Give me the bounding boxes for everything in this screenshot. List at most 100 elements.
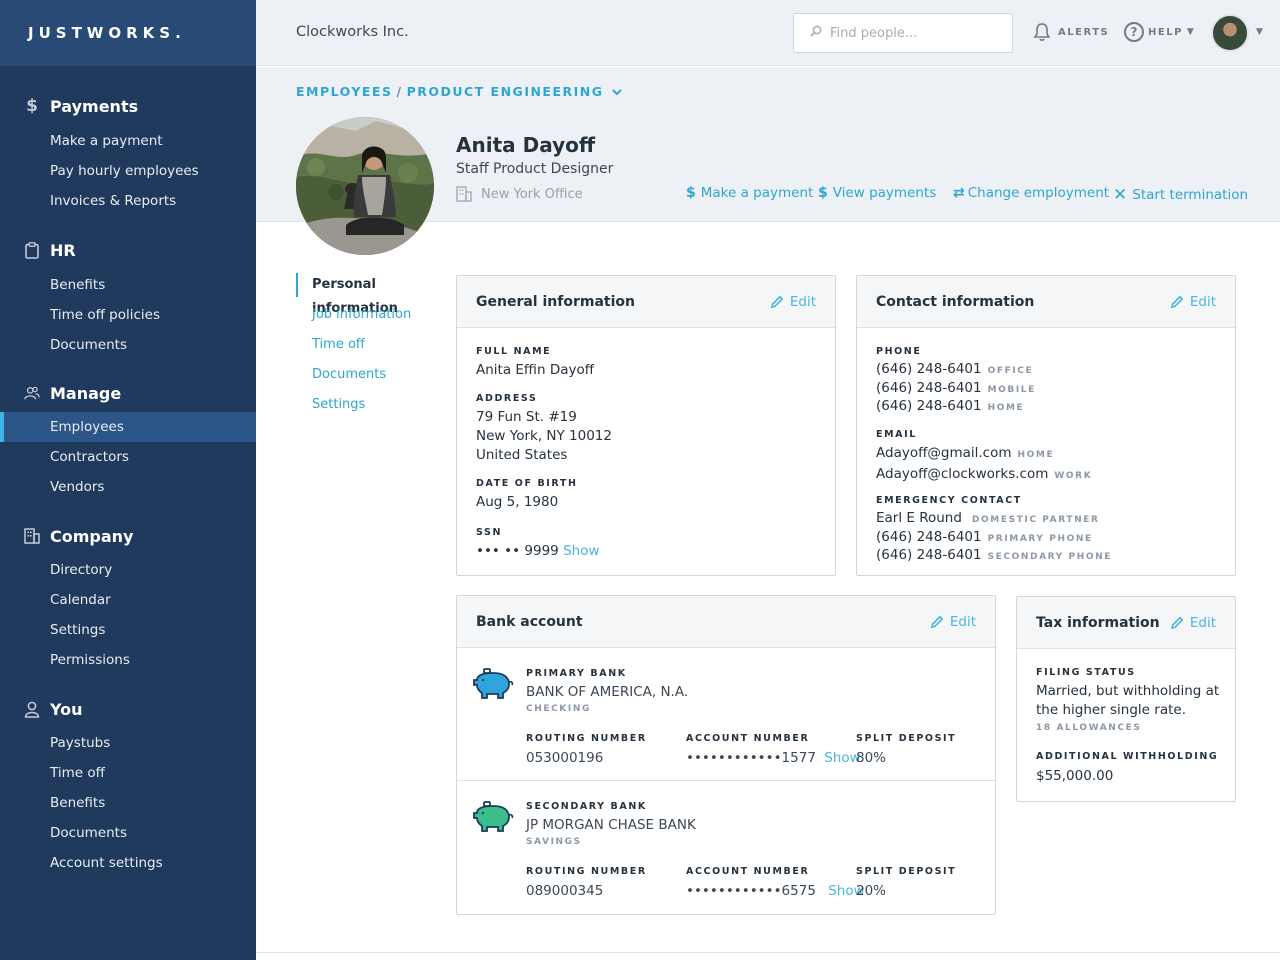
secondary-bank-name: JP MORGAN CHASE BANK bbox=[526, 817, 696, 833]
edit-bank-button[interactable]: Edit bbox=[930, 614, 976, 630]
split-deposit-value: 80% bbox=[856, 750, 887, 766]
nav-item-my-documents[interactable]: Documents bbox=[0, 818, 256, 848]
emergency-phone-row: (646) 248-6401 PRIMARY PHONE bbox=[876, 529, 1112, 548]
search-box[interactable] bbox=[793, 13, 1013, 53]
nav-item-my-benefits[interactable]: Benefits bbox=[0, 788, 256, 818]
dob-value: Aug 5, 1980 bbox=[476, 494, 559, 510]
primary-bank-label: PRIMARY BANK bbox=[526, 668, 627, 679]
nav-heading-you[interactable]: You bbox=[0, 697, 256, 721]
phone-type: HOME bbox=[987, 403, 1025, 413]
start-termination-link[interactable]: ✕ Start termination bbox=[1113, 185, 1248, 205]
nav-item-directory[interactable]: Directory bbox=[0, 555, 256, 585]
alerts-button[interactable]: ALERTS bbox=[1032, 22, 1109, 42]
make-payment-link[interactable]: $ Make a payment bbox=[686, 185, 813, 201]
email-type: WORK bbox=[1054, 471, 1093, 481]
nav-heading-payments[interactable]: $ Payments bbox=[0, 94, 256, 118]
nav-item-invoices-reports[interactable]: Invoices & Reports bbox=[0, 186, 256, 216]
breadcrumb-employees[interactable]: EMPLOYEES bbox=[296, 84, 392, 99]
nav-item-documents[interactable]: Documents bbox=[0, 330, 256, 360]
email-address[interactable]: Adayoff@clockworks.com bbox=[876, 466, 1048, 482]
nav-heading-label: Payments bbox=[50, 96, 139, 116]
piggy-bank-icon bbox=[473, 801, 514, 832]
subnav-job-information[interactable]: Job information bbox=[296, 300, 446, 330]
primary-bank-row: PRIMARY BANK BANK OF AMERICA, N.A. CHECK… bbox=[457, 648, 995, 781]
company-name: Clockworks Inc. bbox=[296, 24, 409, 40]
top-bar: Clockworks Inc. ALERTS ? HELP ▼ ▼ bbox=[256, 0, 1280, 66]
subnav-settings[interactable]: Settings bbox=[296, 390, 446, 420]
ssn-show-link[interactable]: Show bbox=[563, 543, 599, 559]
nav-heading-manage[interactable]: Manage bbox=[0, 381, 256, 405]
emergency-name: Earl E Round bbox=[876, 510, 962, 526]
pencil-icon bbox=[930, 615, 944, 628]
dollar-icon: $ bbox=[818, 185, 828, 201]
filing-status-label: FILING STATUS bbox=[1036, 667, 1136, 678]
nav-item-benefits[interactable]: Benefits bbox=[0, 270, 256, 300]
ssn-value: ••• •• 9999 bbox=[476, 543, 559, 559]
bell-icon bbox=[1033, 23, 1051, 41]
nav-heading-label: Manage bbox=[50, 383, 122, 403]
nav-item-time-off[interactable]: Time off bbox=[0, 758, 256, 788]
office-label: New York Office bbox=[481, 186, 583, 202]
chevron-down-icon[interactable]: ▼ bbox=[1256, 27, 1263, 37]
nav-item-vendors[interactable]: Vendors bbox=[0, 472, 256, 502]
change-employment-link[interactable]: ⇄ Change employment bbox=[953, 185, 1109, 201]
chevron-down-icon[interactable] bbox=[612, 88, 623, 96]
general-information-card: General information Edit FULL NAME Anita… bbox=[456, 275, 836, 576]
nav-heading-label: HR bbox=[50, 240, 76, 260]
filing-status-line-1: Married, but withholding at bbox=[1036, 683, 1220, 699]
subnav-documents[interactable]: Documents bbox=[296, 360, 446, 390]
split-deposit-value: 20% bbox=[856, 883, 887, 899]
nav-item-employees[interactable]: Employees bbox=[0, 412, 256, 442]
nav-item-account-settings[interactable]: Account settings bbox=[0, 848, 256, 878]
phone-row: (646) 248-6401 MOBILE bbox=[876, 380, 1036, 399]
card-title: Tax information bbox=[1036, 614, 1160, 631]
subnav-personal-information[interactable]: Personal information bbox=[296, 273, 446, 316]
edit-tax-button[interactable]: Edit bbox=[1170, 615, 1216, 631]
address-line-1: 79 Fun St. #19 bbox=[476, 409, 577, 425]
pencil-icon bbox=[1170, 616, 1184, 629]
change-employment-label: Change employment bbox=[967, 185, 1110, 201]
nav-item-permissions[interactable]: Permissions bbox=[0, 645, 256, 675]
address-label: ADDRESS bbox=[476, 393, 538, 404]
nav-item-make-payment[interactable]: Make a payment bbox=[0, 126, 256, 156]
help-button[interactable]: ? HELP ▼ bbox=[1124, 22, 1195, 42]
split-deposit-label: SPLIT DEPOSIT bbox=[856, 733, 957, 744]
search-icon bbox=[810, 25, 822, 41]
nav-heading-label: You bbox=[50, 699, 83, 719]
nav-item-time-off-policies[interactable]: Time off policies bbox=[0, 300, 256, 330]
start-termination-label: Start termination bbox=[1132, 187, 1249, 203]
nav-section-you: You Paystubs Time off Benefits Documents… bbox=[0, 697, 256, 878]
card-title: Bank account bbox=[476, 613, 583, 630]
nav-item-contractors[interactable]: Contractors bbox=[0, 442, 256, 472]
nav-heading-hr[interactable]: HR bbox=[0, 238, 256, 262]
edit-contact-button[interactable]: Edit bbox=[1170, 294, 1216, 310]
nav-heading-company[interactable]: Company bbox=[0, 524, 256, 548]
nav-item-settings[interactable]: Settings bbox=[0, 615, 256, 645]
user-avatar[interactable] bbox=[1211, 14, 1249, 52]
edit-label: Edit bbox=[789, 293, 816, 310]
routing-number-label: ROUTING NUMBER bbox=[526, 733, 647, 744]
nav-item-paystubs[interactable]: Paystubs bbox=[0, 728, 256, 758]
ssn-label: SSN bbox=[476, 527, 503, 538]
search-input[interactable] bbox=[830, 25, 1000, 41]
view-payments-link[interactable]: $ View payments bbox=[818, 185, 936, 201]
subnav-time-off[interactable]: Time off bbox=[296, 330, 446, 360]
phone-label: PHONE bbox=[876, 346, 922, 357]
email-address[interactable]: Adayoff@gmail.com bbox=[876, 445, 1012, 461]
edit-general-button[interactable]: Edit bbox=[770, 294, 816, 310]
phone-row: (646) 248-6401 HOME bbox=[876, 398, 1036, 417]
close-icon: ✕ bbox=[1113, 185, 1128, 205]
brand-logo[interactable]: JUSTWORKS. bbox=[0, 0, 256, 66]
nav-item-pay-hourly[interactable]: Pay hourly employees bbox=[0, 156, 256, 186]
nav-item-calendar[interactable]: Calendar bbox=[0, 585, 256, 615]
breadcrumb-department[interactable]: PRODUCT ENGINEERING bbox=[407, 84, 604, 99]
full-name-label: FULL NAME bbox=[476, 346, 552, 357]
address-line-2: New York, NY 10012 bbox=[476, 428, 612, 444]
email-type: HOME bbox=[1017, 450, 1055, 460]
card-header: Contact information Edit bbox=[857, 276, 1235, 328]
people-icon bbox=[24, 384, 40, 402]
full-name-value: Anita Effin Dayoff bbox=[476, 362, 595, 378]
dollar-icon: $ bbox=[26, 96, 38, 116]
phone-row: (646) 248-6401 OFFICE bbox=[876, 361, 1036, 380]
primary-bank-type: CHECKING bbox=[526, 704, 591, 714]
